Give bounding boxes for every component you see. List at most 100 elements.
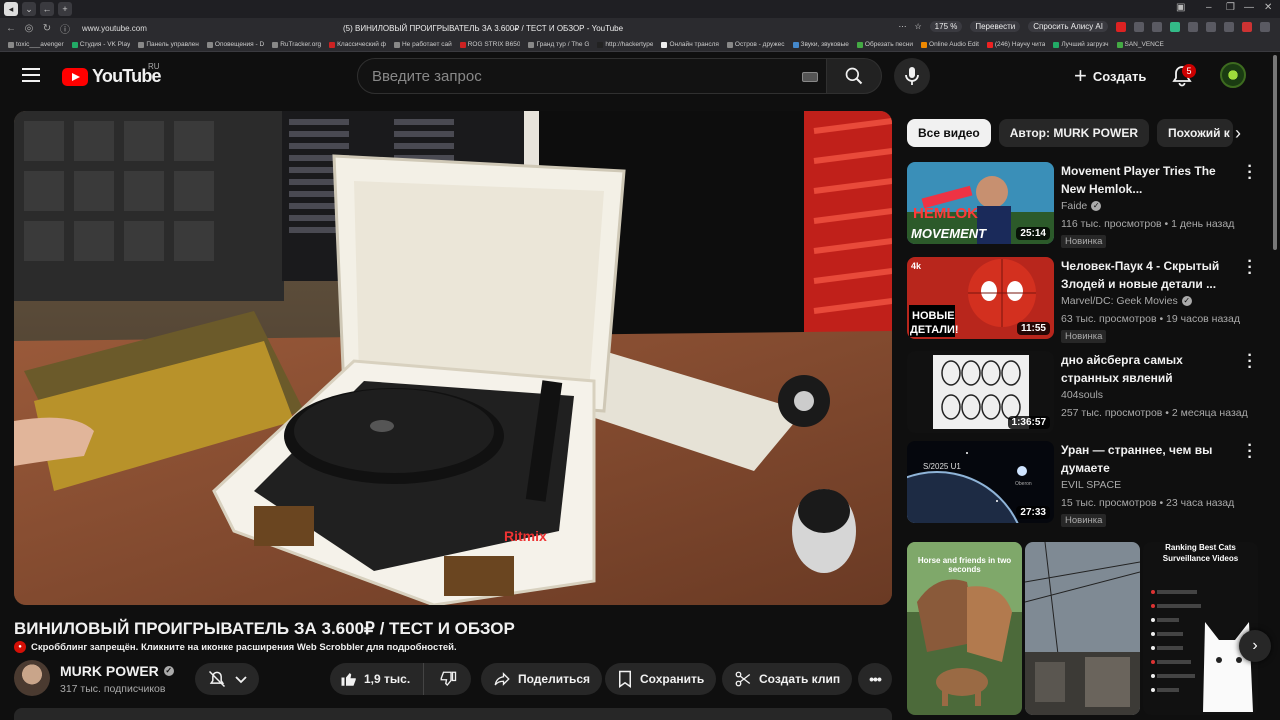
shorts-next-button[interactable]: › xyxy=(1239,630,1271,662)
bookmark[interactable]: http://hackertype xyxy=(597,41,653,48)
extension-icon[interactable] xyxy=(1242,21,1252,32)
bookmark[interactable]: Оповещения - D xyxy=(206,41,264,48)
bookmark-favicon-icon xyxy=(206,41,213,48)
extension-icon[interactable] xyxy=(1152,21,1162,32)
create-button[interactable]: + Создать xyxy=(1064,60,1156,92)
save-button[interactable]: Сохранить xyxy=(605,663,717,695)
recommendation-title[interactable]: Человек-Паук 4 - Скрытый Злодей и новые … xyxy=(1061,258,1243,293)
bookmark[interactable]: SAN_VENCE xyxy=(1116,41,1164,48)
reload-icon[interactable]: ↻ xyxy=(40,23,54,34)
subscription-notifications-button[interactable] xyxy=(195,663,259,695)
chip-related[interactable]: Похожий к xyxy=(1157,119,1233,147)
bookmark[interactable]: Не работает сай xyxy=(393,41,452,48)
extension-icon[interactable] xyxy=(1224,21,1234,32)
extension-icon[interactable] xyxy=(1116,21,1126,32)
bookmark[interactable]: Обрезать песни xyxy=(856,41,913,48)
bookmark[interactable]: Звуки, звуковые xyxy=(792,41,849,48)
like-button[interactable]: 1,9 тыс. xyxy=(330,663,424,695)
video-player[interactable]: Ritmix xyxy=(14,111,892,605)
chevron-right-icon[interactable]: › xyxy=(1226,119,1250,147)
recommendation-title[interactable]: Уран — страннее, чем вы думаете xyxy=(1061,442,1243,477)
short-item[interactable]: Horse and friends in two seconds xyxy=(907,542,1022,715)
more-vertical-icon[interactable]: · · · xyxy=(1245,159,1255,187)
bookmark-favicon-icon xyxy=(1116,41,1123,48)
zoom-level[interactable]: 175 % xyxy=(929,21,963,32)
channel-name-link[interactable]: MURK POWER ✓ xyxy=(60,663,174,679)
url-text[interactable]: www.youtube.com xyxy=(82,24,147,33)
recommendation-channel[interactable]: 404souls xyxy=(1061,389,1103,401)
recommendation-title[interactable]: дно айсберга самых странных явлений xyxy=(1061,352,1243,387)
page-menu-icon[interactable]: ··· xyxy=(899,22,907,31)
new-tab-icon[interactable]: + xyxy=(58,2,72,16)
more-vertical-icon[interactable]: · · · xyxy=(1245,254,1255,282)
video-duration: 1:36:57 xyxy=(1007,416,1050,429)
extension-icon[interactable] xyxy=(1170,21,1180,32)
share-button[interactable]: Поделиться xyxy=(481,663,603,695)
more-actions-button[interactable]: ••• xyxy=(858,663,892,695)
bookmark[interactable]: Панель управлен xyxy=(138,41,199,48)
video-thumbnail[interactable]: HEMLOK MOVEMENT 25:14 xyxy=(907,162,1054,244)
menu-icon[interactable] xyxy=(22,68,40,82)
bookmark[interactable]: Классический ф xyxy=(329,41,386,48)
recommendation-title[interactable]: Movement Player Tries The New Hemlok... xyxy=(1061,163,1243,198)
dislike-button[interactable] xyxy=(424,663,471,695)
video-thumbnail[interactable]: 4k НОВЫЕ ДЕТАЛИ! 11:55 xyxy=(907,257,1054,339)
bookmark-star-icon[interactable]: ☆ xyxy=(915,22,922,31)
recommendation-channel[interactable]: Marvel/DC: Geek Movies ✓ xyxy=(1061,295,1192,307)
bookmark-favicon-icon xyxy=(8,41,14,48)
more-vertical-icon[interactable]: · · · xyxy=(1245,348,1255,376)
short-item[interactable]: Ranking Best Cats Surveillance Videos xyxy=(1143,542,1258,715)
bookmark[interactable]: Online Audio Edit xyxy=(921,41,979,48)
ask-alice-button[interactable]: Спросить Алису AI xyxy=(1028,21,1108,32)
recommendation-channel[interactable]: EVIL SPACE xyxy=(1061,479,1121,491)
bookmark[interactable]: RuTracker.org xyxy=(272,41,321,48)
back-tab-icon[interactable]: ← xyxy=(40,2,54,16)
extension-icon[interactable] xyxy=(1134,21,1144,32)
browser-menu-icon[interactable]: ◂ xyxy=(4,2,18,16)
minimize-icon[interactable]: – xyxy=(1206,2,1212,13)
recommendation-item[interactable]: S/2025 U1 Oberon 27:33 Уран — страннее, … xyxy=(907,438,1267,527)
tab-list-icon[interactable]: ⌄ xyxy=(22,2,36,16)
bookmark[interactable]: ROG STRIX B650 xyxy=(459,41,520,48)
short-item[interactable] xyxy=(1025,542,1140,715)
minimize-window-icon[interactable]: — xyxy=(1244,2,1254,13)
restore-icon[interactable]: ❐ xyxy=(1226,2,1235,13)
bookmark[interactable]: Гранд тур / The G xyxy=(528,41,589,48)
extension-icon[interactable] xyxy=(1188,21,1198,32)
video-thumbnail[interactable]: S/2025 U1 Oberon 27:33 xyxy=(907,441,1054,523)
video-thumbnail[interactable]: 1:36:57 xyxy=(907,351,1054,433)
recommendation-channel[interactable]: Faide ✓ xyxy=(1061,200,1102,212)
extension-icon[interactable]: ▣ xyxy=(1176,2,1185,13)
bookmark[interactable]: Онлайн трансля xyxy=(661,41,719,48)
chip-all-videos[interactable]: Все видео xyxy=(907,119,991,147)
bookmark[interactable]: (246) Научу чита xyxy=(986,41,1045,48)
yandex-icon[interactable]: ◎ xyxy=(22,23,36,34)
recommendation-item[interactable]: 4k НОВЫЕ ДЕТАЛИ! 11:55 Человек-Паук 4 - … xyxy=(907,254,1267,343)
search-button[interactable] xyxy=(826,58,882,94)
bookmark[interactable]: Студия - VK Play xyxy=(71,41,130,48)
thumbnail-text: S/2025 U1 xyxy=(923,462,961,471)
downloads-icon[interactable] xyxy=(1260,21,1270,32)
search-input[interactable] xyxy=(372,67,772,85)
close-window-icon[interactable]: ✕ xyxy=(1264,2,1272,13)
recommendation-item[interactable]: HEMLOK MOVEMENT 25:14 Movement Player Tr… xyxy=(907,159,1267,248)
bookmark[interactable]: Остров - дружес xyxy=(726,41,785,48)
translate-button[interactable]: Перевести xyxy=(970,21,1021,32)
youtube-logo[interactable]: YouTube RU xyxy=(62,62,162,87)
account-avatar[interactable] xyxy=(1220,62,1246,88)
more-vertical-icon[interactable]: · · · xyxy=(1245,438,1255,466)
create-clip-button[interactable]: Создать клип xyxy=(722,663,853,695)
voice-search-button[interactable] xyxy=(894,58,930,94)
back-icon[interactable]: ← xyxy=(4,23,18,34)
keyboard-icon[interactable] xyxy=(802,72,818,82)
channel-avatar[interactable] xyxy=(14,660,50,696)
extension-icon[interactable] xyxy=(1206,21,1216,32)
site-info-icon[interactable]: ⓘ xyxy=(58,21,72,36)
description-box[interactable] xyxy=(14,708,892,720)
recommendation-item[interactable]: 1:36:57 дно айсберга самых странных явле… xyxy=(907,348,1267,435)
thumbnail-text: 4k xyxy=(911,261,922,271)
page-scrollbar[interactable] xyxy=(1273,55,1277,250)
bookmark[interactable]: Лучший загрузч xyxy=(1053,41,1109,48)
bookmark[interactable]: toxic___avenger xyxy=(8,41,64,48)
chip-author[interactable]: Автор: MURK POWER xyxy=(998,119,1149,147)
